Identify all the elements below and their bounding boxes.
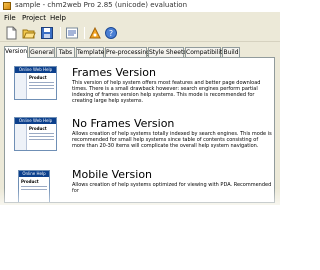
tab-template[interactable]: Template (76, 47, 104, 57)
tab-compatibility[interactable]: Compatibility (185, 47, 226, 57)
menu-bar: File Project Help (0, 13, 280, 23)
option-title: No Frames Version (72, 117, 175, 130)
build-icon[interactable] (65, 26, 79, 40)
new-icon[interactable] (4, 26, 18, 40)
open-icon[interactable] (22, 26, 36, 40)
title-bar: sample - chm2web Pro 2.85 (unicode) eval… (0, 0, 280, 12)
thumb-label: Product (29, 126, 47, 131)
save-icon[interactable] (40, 26, 54, 40)
tab-style-sheets[interactable]: Style Sheets (148, 47, 186, 57)
toolbar-separator (84, 27, 85, 39)
svg-text:?: ? (109, 29, 113, 38)
preview-icon[interactable] (88, 26, 102, 40)
window-title: sample - chm2web Pro 2.85 (unicode) eval… (15, 1, 188, 9)
tab-pre-processing[interactable]: Pre-processing (105, 47, 150, 57)
option-title: Mobile Version (72, 168, 153, 181)
tab-tabs[interactable]: Tabs (56, 47, 75, 57)
no-frames-preview-thumbnail: Online Web Help Product (14, 117, 57, 151)
help-icon[interactable]: ? (104, 26, 118, 40)
settings-tabs: Version General Tabs Template Pre-proces… (4, 46, 276, 58)
option-title: Frames Version (72, 66, 156, 79)
version-panel: Online Web Help Product Frames Version T… (4, 57, 275, 203)
option-no-frames[interactable]: Online Web Help Product No Frames Versio… (10, 115, 272, 159)
toolbar-separator (60, 27, 61, 39)
tab-version[interactable]: Version (4, 46, 28, 58)
screenshot-fade (0, 188, 280, 270)
frames-preview-thumbnail: Online Web Help Product (14, 66, 57, 100)
menu-file[interactable]: File (4, 14, 16, 22)
tab-general[interactable]: General (29, 47, 55, 57)
app-icon (3, 2, 11, 10)
thumb-label: Product (21, 179, 39, 184)
menu-project[interactable]: Project (22, 14, 46, 22)
option-description: This version of help system offers most … (72, 80, 261, 104)
option-description: Allows creation of help systems totally … (72, 131, 272, 149)
option-frames[interactable]: Online Web Help Product Frames Version T… (10, 64, 272, 108)
thumb-label: Product (29, 75, 47, 80)
menu-help[interactable]: Help (50, 14, 66, 22)
app-window: sample - chm2web Pro 2.85 (unicode) eval… (0, 0, 280, 205)
toolbar: ? (0, 24, 280, 42)
tab-build[interactable]: Build (222, 47, 240, 57)
